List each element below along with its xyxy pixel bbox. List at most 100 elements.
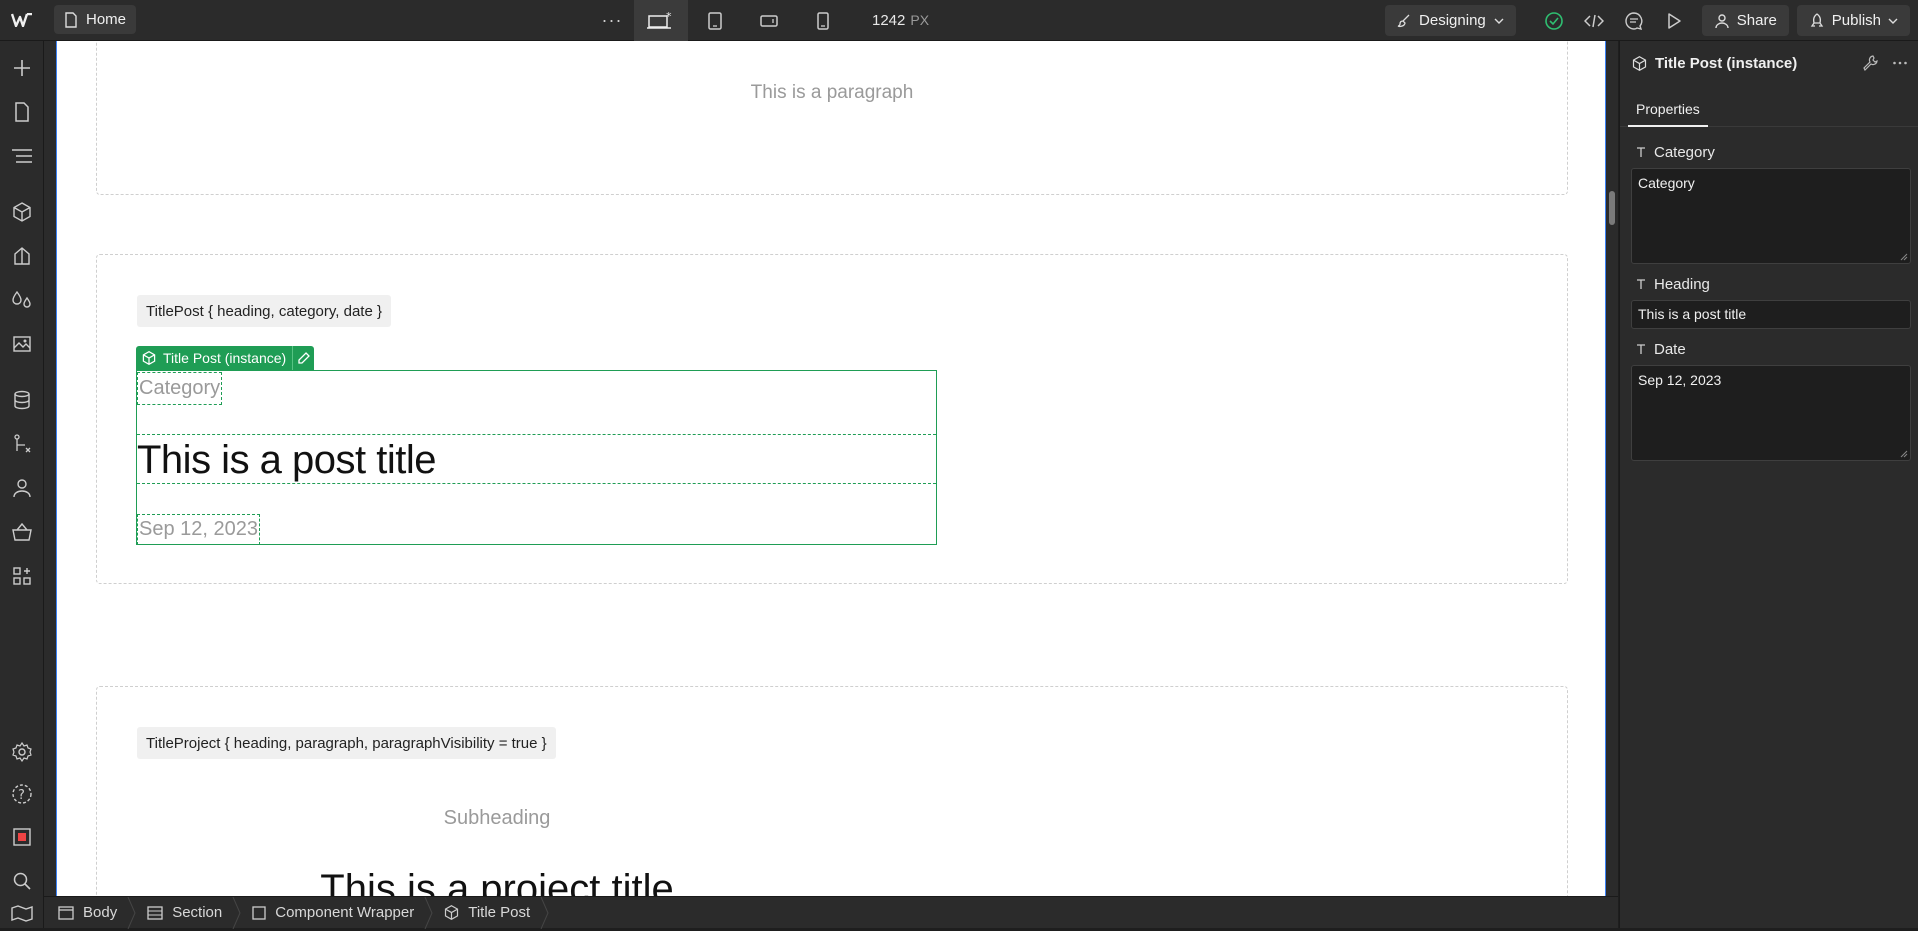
designer-canvas-area: This is a paragraph TitlePost { heading,…	[44, 41, 1618, 896]
page-selector-button[interactable]: Home	[54, 5, 137, 34]
tab-properties[interactable]: Properties	[1628, 93, 1708, 127]
prop-label-category-text: Category	[1654, 144, 1715, 161]
mobile-landscape-breakpoint-button[interactable]	[742, 0, 796, 41]
plus-icon	[14, 60, 30, 76]
resize-handle-icon[interactable]	[1900, 450, 1908, 458]
date-field-value: Sep 12, 2023	[1638, 372, 1722, 388]
category-text[interactable]: Category	[137, 372, 223, 405]
titleproject-section[interactable]: TitleProject { heading, paragraph, parag…	[96, 686, 1568, 896]
prop-label-category: Category	[1636, 144, 1715, 161]
canvas-width-readout[interactable]: 1242 PX	[872, 12, 929, 29]
page-icon	[15, 102, 29, 122]
breadcrumb-section[interactable]: Section	[133, 896, 241, 929]
publish-button[interactable]: Publish	[1796, 5, 1910, 36]
apps-icon	[13, 567, 31, 585]
panel-tabs: Properties	[1620, 93, 1918, 127]
page-canvas[interactable]: This is a paragraph TitlePost { heading,…	[56, 41, 1606, 896]
canvas-width-value: 1242	[872, 12, 906, 29]
date-text[interactable]: Sep 12, 2023	[137, 514, 260, 545]
prop-label-date-text: Date	[1654, 341, 1686, 358]
breadcrumb-body[interactable]: Body	[44, 896, 136, 929]
help-icon: ?	[12, 784, 32, 804]
post-heading[interactable]: This is a post title	[137, 438, 437, 483]
titlepost-code-tag[interactable]: TitlePost { heading, category, date }	[137, 295, 391, 327]
resize-handle-icon[interactable]	[1900, 253, 1908, 261]
component-icon	[142, 351, 156, 365]
style-selectors-button[interactable]	[0, 238, 44, 274]
page-icon	[65, 11, 77, 28]
desktop-star-icon: *	[647, 11, 672, 29]
svg-text:*: *	[666, 11, 672, 23]
date-field[interactable]: Sep 12, 2023	[1631, 365, 1911, 461]
basket-icon	[12, 522, 32, 541]
components-button[interactable]	[0, 194, 44, 230]
comments-button[interactable]	[1614, 0, 1654, 41]
heading-field[interactable]: This is a post title	[1631, 300, 1911, 329]
right-panel: Title Post (instance) Properties Categor…	[1619, 41, 1918, 928]
project-title-text[interactable]: This is a project title	[97, 867, 897, 896]
pages-button[interactable]	[0, 94, 44, 130]
comment-icon	[1625, 11, 1643, 30]
more-breakpoints-button[interactable]: ···	[590, 0, 634, 41]
title-post-instance[interactable]: Category This is a post title Sep 12, 20…	[136, 370, 937, 545]
tablet-breakpoint-button[interactable]	[688, 0, 742, 41]
text-type-icon	[1637, 344, 1645, 354]
logic-flow-icon	[14, 434, 31, 453]
logic-button[interactable]	[0, 426, 44, 462]
category-field[interactable]: Category	[1631, 168, 1911, 264]
apps-button[interactable]	[0, 558, 44, 594]
breadcrumb-title-post[interactable]: Title Post	[430, 896, 549, 929]
video-tutorials-button[interactable]	[0, 895, 44, 931]
instance-badge[interactable]: Title Post (instance)	[136, 346, 315, 370]
desktop-breakpoint-button[interactable]: *	[634, 0, 688, 41]
heading-row[interactable]: This is a post title	[137, 434, 936, 484]
record-button[interactable]	[0, 819, 44, 855]
share-button[interactable]: Share	[1701, 5, 1789, 36]
navigator-button[interactable]	[0, 138, 44, 174]
text-type-icon	[1637, 147, 1645, 157]
settings-button[interactable]	[0, 734, 44, 770]
wrench-icon[interactable]	[1862, 55, 1878, 71]
breadcrumb-component-wrapper[interactable]: Component Wrapper	[238, 896, 433, 929]
ecommerce-button[interactable]	[0, 514, 44, 550]
titleproject-code-tag[interactable]: TitleProject { heading, paragraph, parag…	[137, 727, 556, 759]
designing-mode-dropdown[interactable]: Designing	[1385, 5, 1516, 36]
variables-button[interactable]	[0, 282, 44, 318]
publish-status-button[interactable]	[1534, 0, 1574, 41]
record-icon	[13, 828, 31, 846]
mobile-landscape-icon	[760, 14, 778, 27]
component-icon	[1632, 56, 1647, 71]
breakpoint-toolbar: ··· * 1242 PX	[590, 0, 929, 41]
paragraph-section[interactable]: This is a paragraph	[96, 41, 1568, 195]
paragraph-text[interactable]: This is a paragraph	[97, 82, 1567, 104]
more-icon[interactable]	[1892, 55, 1908, 71]
code-export-button[interactable]	[1574, 0, 1614, 41]
webflow-logo[interactable]	[0, 0, 44, 41]
database-icon	[14, 390, 30, 410]
drops-icon	[12, 290, 31, 308]
body-icon	[58, 905, 74, 920]
assets-button[interactable]	[0, 326, 44, 362]
cms-button[interactable]	[0, 382, 44, 418]
breadcrumb-title-post-label: Title Post	[468, 904, 531, 921]
breadcrumb-section-label: Section	[172, 904, 223, 921]
mobile-portrait-breakpoint-button[interactable]	[796, 0, 850, 41]
image-icon	[13, 336, 31, 352]
canvas-width-unit: PX	[910, 12, 930, 28]
panel-actions	[1862, 55, 1908, 71]
component-icon	[445, 905, 459, 920]
page-selector-label: Home	[86, 11, 127, 28]
edit-component-button[interactable]	[292, 346, 314, 370]
preview-button[interactable]	[1654, 0, 1694, 41]
chevron-down-icon	[1888, 18, 1898, 24]
panel-title-label: Title Post (instance)	[1655, 55, 1798, 72]
search-button[interactable]	[0, 863, 44, 899]
help-button[interactable]: ?	[0, 776, 44, 812]
breadcrumb-separator-icon	[540, 896, 549, 929]
mobile-portrait-icon	[817, 11, 829, 30]
subheading-text[interactable]: Subheading	[97, 807, 897, 830]
canvas-scrollbar[interactable]	[1609, 191, 1615, 225]
users-button[interactable]	[0, 470, 44, 506]
add-elements-button[interactable]	[0, 50, 44, 86]
tablet-icon	[708, 11, 722, 30]
